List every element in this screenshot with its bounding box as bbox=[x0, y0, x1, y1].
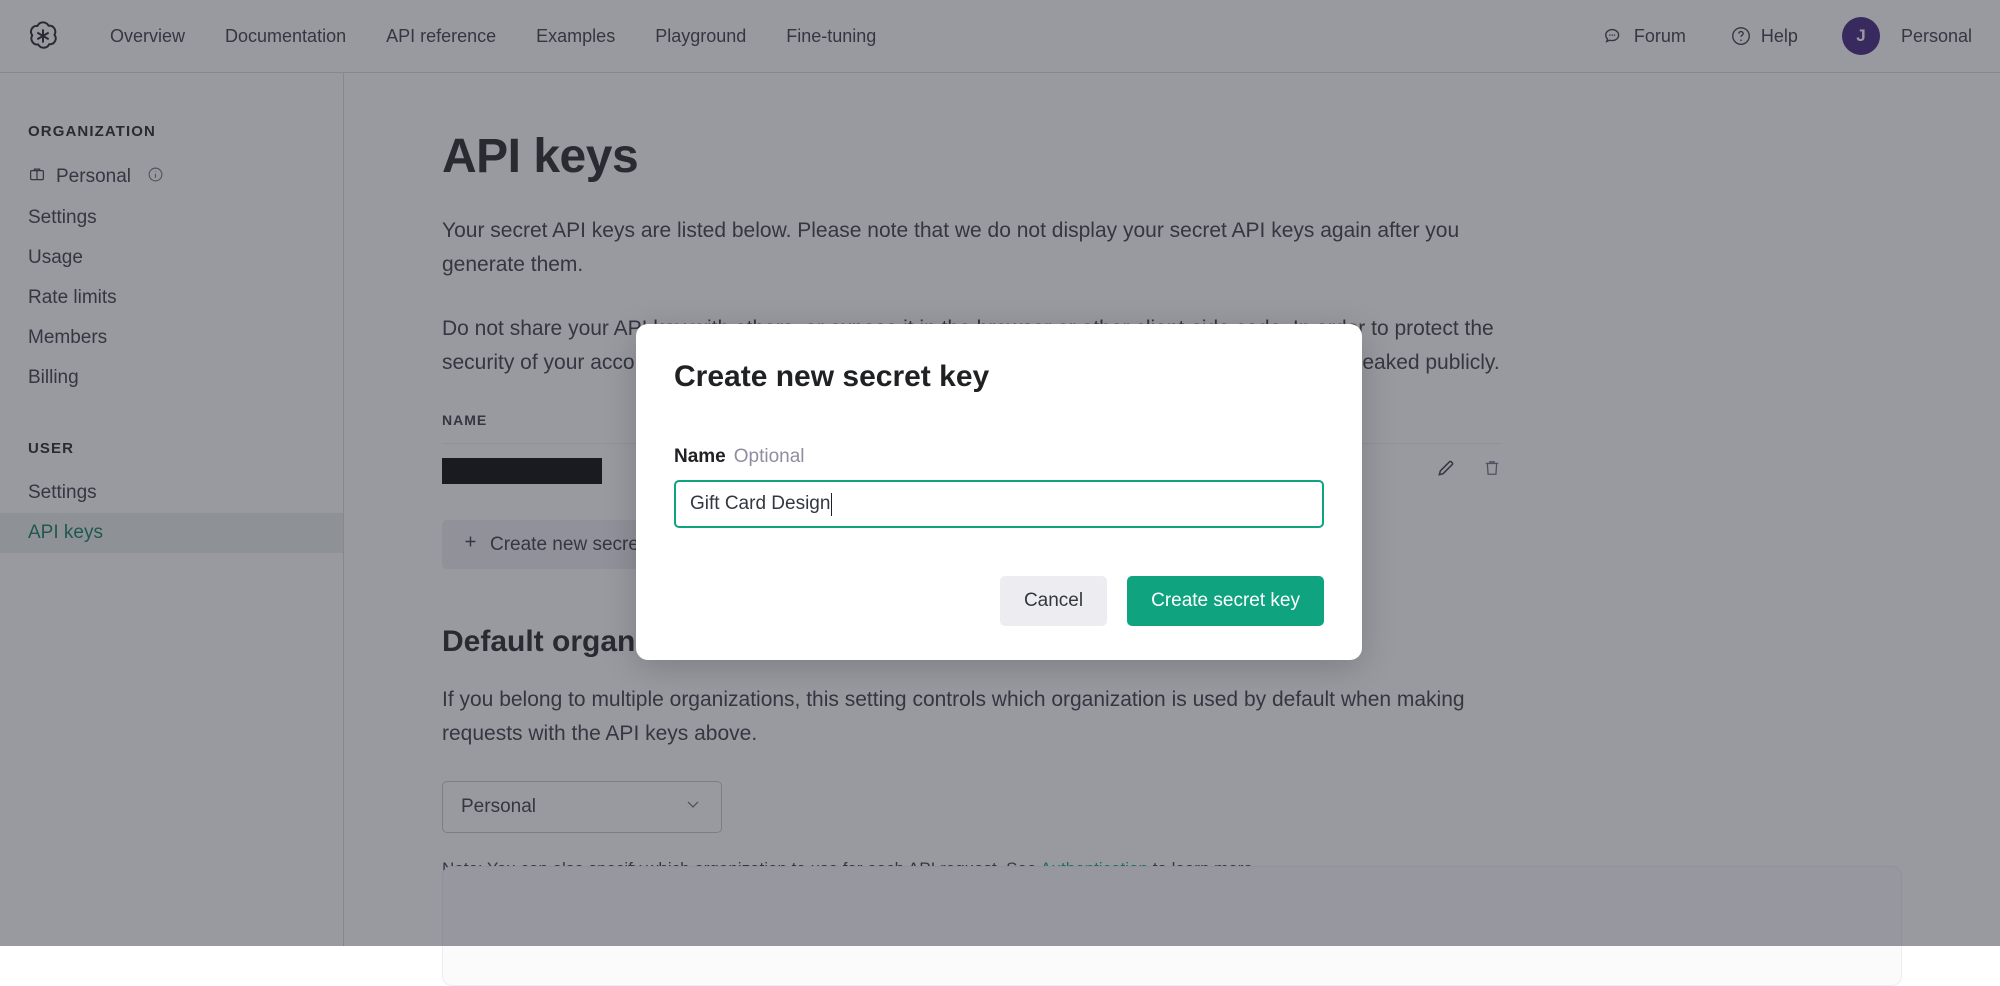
modal-actions: Cancel Create secret key bbox=[674, 576, 1324, 626]
name-input[interactable]: Gift Card Design bbox=[674, 480, 1324, 528]
cancel-button[interactable]: Cancel bbox=[999, 576, 1108, 626]
name-optional-text: Optional bbox=[733, 446, 805, 467]
modal-title: Create new secret key bbox=[674, 360, 990, 393]
name-field-label: Name Optional bbox=[674, 446, 1324, 468]
text-caret bbox=[831, 492, 833, 516]
create-secret-key-modal: Create new secret key Name Optional Gift … bbox=[636, 324, 1362, 660]
create-secret-key-button[interactable]: Create secret key bbox=[1127, 576, 1324, 626]
name-input-value: Gift Card Design bbox=[690, 493, 831, 514]
name-label-text: Name bbox=[674, 446, 726, 467]
